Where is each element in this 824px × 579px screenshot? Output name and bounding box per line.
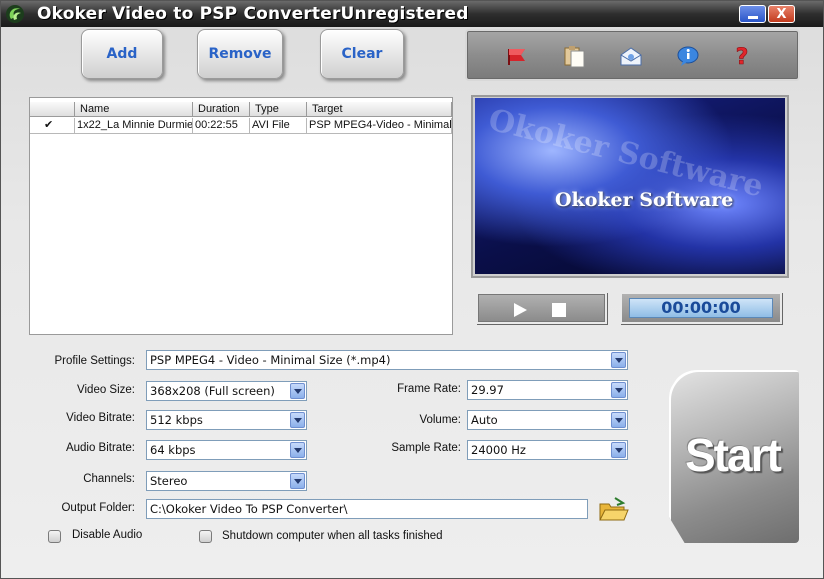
stop-icon[interactable] bbox=[552, 303, 566, 317]
channels-value: Stereo bbox=[150, 474, 188, 488]
shutdown-checkbox[interactable] bbox=[199, 530, 212, 543]
chevron-down-icon[interactable] bbox=[290, 383, 305, 399]
start-button[interactable]: Start bbox=[669, 370, 799, 543]
clear-button[interactable]: Clear bbox=[320, 29, 404, 79]
svg-text:?: ? bbox=[736, 45, 749, 69]
sample-rate-select[interactable]: 24000 Hz bbox=[467, 440, 628, 460]
play-icon[interactable] bbox=[514, 303, 527, 317]
chevron-down-icon[interactable] bbox=[290, 473, 305, 489]
frame-rate-label: Frame Rate: bbox=[397, 383, 461, 395]
video-size-value: 368x208 (Full screen) bbox=[150, 384, 275, 398]
volume-value: Auto bbox=[471, 413, 498, 427]
preview-caption: Okoker Software bbox=[555, 189, 734, 211]
disable-audio-label: Disable Audio bbox=[72, 529, 143, 541]
channels-select[interactable]: Stereo bbox=[146, 471, 307, 491]
time-display: 00:00:00 bbox=[620, 292, 782, 324]
minimize-icon bbox=[747, 15, 758, 19]
start-button-label: Start bbox=[685, 429, 782, 481]
channels-label: Channels: bbox=[83, 473, 135, 485]
flag-icon[interactable] bbox=[505, 43, 531, 69]
column-header-name[interactable]: Name bbox=[75, 102, 193, 117]
row-name: 1x22_La Minnie Durmier bbox=[75, 118, 193, 134]
chevron-down-icon[interactable] bbox=[611, 442, 626, 458]
window-title: Okoker Video to PSP ConverterUnregistere… bbox=[37, 4, 469, 24]
column-header-check[interactable] bbox=[30, 102, 75, 117]
app-logo-icon bbox=[6, 5, 24, 23]
time-readout: 00:00:00 bbox=[629, 298, 773, 318]
info-icon[interactable] bbox=[675, 43, 701, 69]
player-controls bbox=[476, 292, 607, 324]
shutdown-label: Shutdown computer when all tasks finishe… bbox=[222, 530, 443, 542]
title-bar[interactable]: Okoker Video to PSP ConverterUnregistere… bbox=[1, 1, 823, 27]
frame-rate-select[interactable]: 29.97 bbox=[467, 380, 628, 400]
file-list-header: Name Duration Type Target bbox=[30, 102, 452, 117]
row-target: PSP MPEG4-Video - Minimal bbox=[307, 118, 452, 134]
output-folder-field[interactable]: C:\Okoker Video To PSP Converter\ bbox=[146, 499, 588, 519]
audio-bitrate-select[interactable]: 64 kbps bbox=[146, 440, 307, 460]
sample-rate-label: Sample Rate: bbox=[391, 442, 461, 454]
clipboard-icon[interactable] bbox=[562, 43, 588, 69]
open-folder-icon[interactable] bbox=[596, 495, 630, 525]
close-button[interactable]: X bbox=[768, 5, 795, 23]
add-button[interactable]: Add bbox=[81, 29, 163, 79]
table-row[interactable]: ✔ 1x22_La Minnie Durmier 00:22:55 AVI Fi… bbox=[30, 118, 452, 134]
row-checkbox[interactable]: ✔ bbox=[30, 118, 75, 134]
sample-rate-value: 24000 Hz bbox=[471, 443, 526, 457]
row-type: AVI File bbox=[250, 118, 307, 134]
file-list[interactable]: Name Duration Type Target ✔ 1x22_La Minn… bbox=[29, 97, 453, 335]
remove-button[interactable]: Remove bbox=[197, 29, 283, 79]
chevron-down-icon[interactable] bbox=[290, 412, 305, 428]
column-header-target[interactable]: Target bbox=[307, 102, 452, 117]
minimize-button[interactable] bbox=[739, 5, 766, 23]
close-icon: X bbox=[776, 6, 787, 22]
preview-image: Okoker Software Okoker Software bbox=[475, 98, 785, 274]
disable-audio-checkbox[interactable] bbox=[48, 530, 61, 543]
audio-bitrate-value: 64 kbps bbox=[150, 443, 196, 457]
volume-label: Volume: bbox=[419, 414, 461, 426]
checkmark-icon: ✔ bbox=[44, 119, 54, 131]
chevron-down-icon[interactable] bbox=[611, 382, 626, 398]
video-bitrate-select[interactable]: 512 kbps bbox=[146, 410, 307, 430]
column-header-type[interactable]: Type bbox=[250, 102, 307, 117]
profile-settings-label: Profile Settings: bbox=[54, 355, 135, 367]
chevron-down-icon[interactable] bbox=[290, 442, 305, 458]
help-icon[interactable]: ? bbox=[729, 43, 755, 69]
profile-settings-select[interactable]: PSP MPEG4 - Video - Minimal Size (*.mp4) bbox=[146, 350, 628, 370]
video-bitrate-value: 512 kbps bbox=[150, 413, 203, 427]
video-size-select[interactable]: 368x208 (Full screen) bbox=[146, 381, 307, 401]
output-folder-label: Output Folder: bbox=[61, 502, 135, 514]
chevron-down-icon[interactable] bbox=[611, 352, 626, 368]
icon-toolbar: ? bbox=[465, 29, 800, 81]
row-duration: 00:22:55 bbox=[193, 118, 250, 134]
profile-settings-value: PSP MPEG4 - Video - Minimal Size (*.mp4) bbox=[150, 353, 391, 367]
mail-icon[interactable] bbox=[618, 43, 644, 69]
column-header-duration[interactable]: Duration bbox=[193, 102, 250, 117]
chevron-down-icon[interactable] bbox=[611, 412, 626, 428]
volume-select[interactable]: Auto bbox=[467, 410, 628, 430]
video-size-label: Video Size: bbox=[77, 384, 135, 396]
frame-rate-value: 29.97 bbox=[471, 383, 504, 397]
audio-bitrate-label: Audio Bitrate: bbox=[65, 442, 135, 454]
video-bitrate-label: Video Bitrate: bbox=[66, 412, 135, 424]
app-window: Okoker Video to PSP ConverterUnregistere… bbox=[0, 0, 824, 579]
